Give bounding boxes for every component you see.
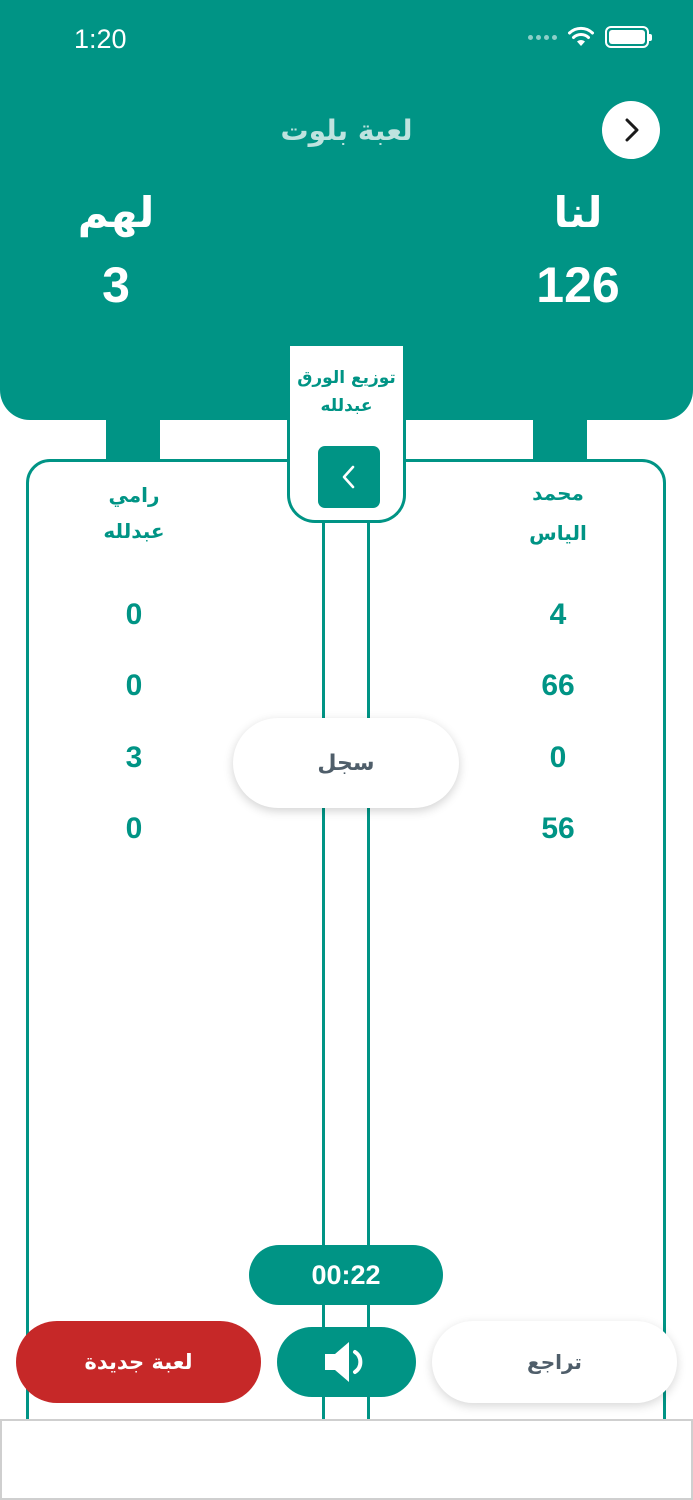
player-left-last: عبدلله <box>103 519 165 543</box>
record-button[interactable]: سجل <box>233 718 459 808</box>
dealer-card: توزيع الورق عبدلله <box>287 346 406 523</box>
chevron-right-icon <box>625 118 639 142</box>
sound-toggle-button[interactable] <box>277 1327 416 1397</box>
bottom-bar <box>0 1419 693 1500</box>
team-them-label: لهم <box>77 188 155 237</box>
round-score-right-2: 66 <box>541 669 575 702</box>
round-score-left-3: 3 <box>125 741 143 774</box>
status-time: 1:20 <box>74 24 127 54</box>
player-left-first: رامي <box>108 483 160 507</box>
round-score-left-1: 0 <box>125 598 143 631</box>
round-score-right-1: 4 <box>549 598 567 631</box>
team-them-score: 3 <box>102 257 130 313</box>
round-score-right-3: 0 <box>549 741 567 774</box>
team-us-score: 126 <box>536 257 620 313</box>
player-right-last: الياس <box>529 521 587 545</box>
game-timer: 00:22 <box>249 1245 443 1305</box>
next-dealer-button[interactable] <box>318 446 380 508</box>
round-score-left-2: 0 <box>125 669 143 702</box>
battery-icon <box>605 26 652 48</box>
team-us-label: لنا <box>553 188 603 237</box>
speaker-icon <box>324 1342 362 1382</box>
app-title: لعبة بلوت <box>280 114 413 147</box>
status-icons <box>528 26 652 48</box>
right-connector <box>533 420 587 462</box>
round-score-left-4: 0 <box>125 812 143 845</box>
wifi-icon <box>568 26 594 46</box>
left-connector <box>106 420 160 462</box>
dealer-name: عبدلله <box>320 396 373 416</box>
dealer-title: توزيع الورق <box>297 368 396 388</box>
round-score-right-4: 56 <box>541 812 575 845</box>
chevron-left-icon <box>342 465 355 489</box>
cellular-dots-icon <box>528 34 557 40</box>
forward-button[interactable] <box>602 101 660 159</box>
new-game-button[interactable]: لعبة جديدة <box>16 1321 261 1403</box>
undo-button[interactable]: تراجع <box>432 1321 677 1403</box>
player-right-first: محمد <box>532 481 584 505</box>
